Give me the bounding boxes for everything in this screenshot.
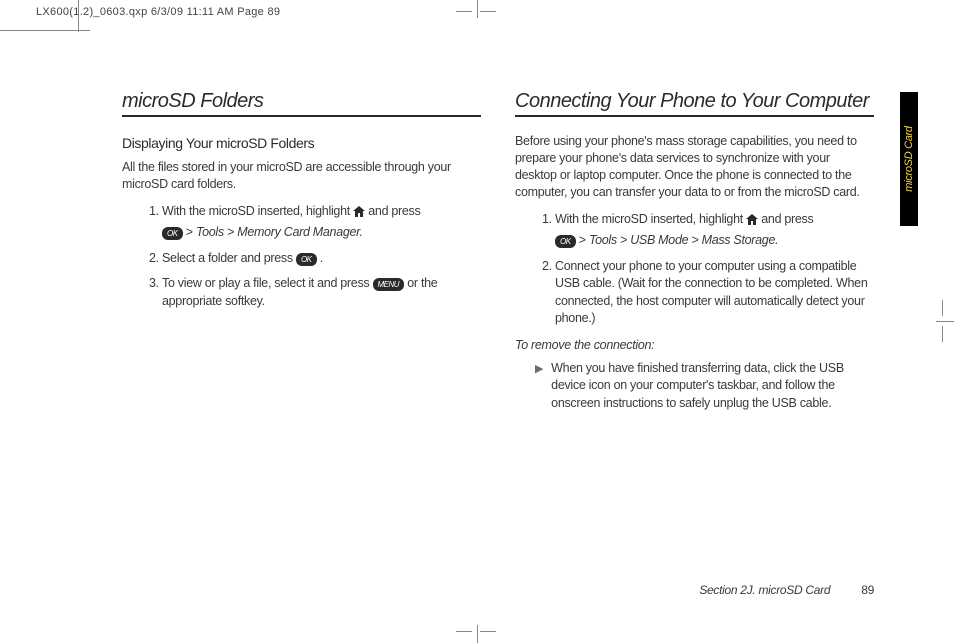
footer-section: Section 2J. microSD Card bbox=[699, 583, 830, 597]
steps-list: With the microSD inserted, highlight and… bbox=[551, 211, 874, 328]
crop-mark bbox=[942, 326, 943, 342]
subsection-heading: Displaying Your microSD Folders bbox=[122, 135, 481, 151]
crop-mark bbox=[480, 11, 496, 12]
step-text: To view or play a file, select it and pr… bbox=[162, 276, 373, 290]
step-text: and press bbox=[368, 204, 420, 218]
home-icon bbox=[353, 205, 365, 223]
crop-mark bbox=[456, 11, 472, 12]
step-text: With the microSD inserted, highlight bbox=[162, 204, 353, 218]
ok-button-icon: OK bbox=[555, 235, 576, 248]
crop-mark bbox=[456, 631, 472, 632]
ok-button-icon: OK bbox=[296, 253, 317, 266]
bullet-item: ▶ When you have finished transferring da… bbox=[535, 360, 874, 413]
step-item: To view or play a file, select it and pr… bbox=[162, 275, 481, 310]
crop-mark bbox=[477, 625, 478, 643]
section-heading-microsd-folders: microSD Folders bbox=[122, 90, 481, 117]
page-number: 89 bbox=[861, 583, 874, 597]
step-text: and press bbox=[761, 212, 813, 226]
crop-mark bbox=[477, 0, 478, 18]
step-text: . bbox=[320, 251, 323, 265]
menu-button-icon: MENU bbox=[373, 278, 405, 291]
step-text: Select a folder and press bbox=[162, 251, 296, 265]
menu-path: Tools > USB Mode > Mass Storage. bbox=[589, 233, 778, 247]
print-header: LX600(1.2)_0603.qxp 6/3/09 11:11 AM Page… bbox=[36, 6, 280, 18]
intro-text: All the files stored in your microSD are… bbox=[122, 159, 481, 193]
subsection-remove: To remove the connection: bbox=[515, 338, 874, 352]
triangle-bullet-icon: ▶ bbox=[535, 360, 543, 413]
breadcrumb-separator: > bbox=[186, 225, 193, 239]
trim-rule bbox=[78, 0, 79, 32]
right-column: Connecting Your Phone to Your Computer B… bbox=[515, 90, 874, 412]
breadcrumb-separator: > bbox=[579, 233, 586, 247]
ok-button-icon: OK bbox=[162, 227, 183, 240]
menu-path: Tools > Memory Card Manager. bbox=[196, 225, 363, 239]
home-icon bbox=[746, 213, 758, 231]
crop-mark bbox=[480, 631, 496, 632]
crop-mark bbox=[942, 300, 943, 316]
step-item: With the microSD inserted, highlight and… bbox=[162, 203, 481, 242]
intro-text: Before using your phone's mass storage c… bbox=[515, 133, 874, 201]
left-column: microSD Folders Displaying Your microSD … bbox=[122, 90, 481, 412]
page-footer: Section 2J. microSD Card 89 bbox=[699, 583, 874, 597]
crop-mark bbox=[936, 321, 954, 322]
step-item: Select a folder and press OK . bbox=[162, 250, 481, 268]
trim-rule bbox=[0, 30, 90, 31]
step-item: Connect your phone to your computer usin… bbox=[555, 258, 874, 328]
section-heading-connecting: Connecting Your Phone to Your Computer bbox=[515, 90, 874, 117]
step-text: With the microSD inserted, highlight bbox=[555, 212, 746, 226]
steps-list: With the microSD inserted, highlight and… bbox=[158, 203, 481, 311]
bullet-text: When you have finished transferring data… bbox=[551, 360, 874, 413]
page-content: microSD Folders Displaying Your microSD … bbox=[78, 30, 918, 607]
step-item: With the microSD inserted, highlight and… bbox=[555, 211, 874, 250]
